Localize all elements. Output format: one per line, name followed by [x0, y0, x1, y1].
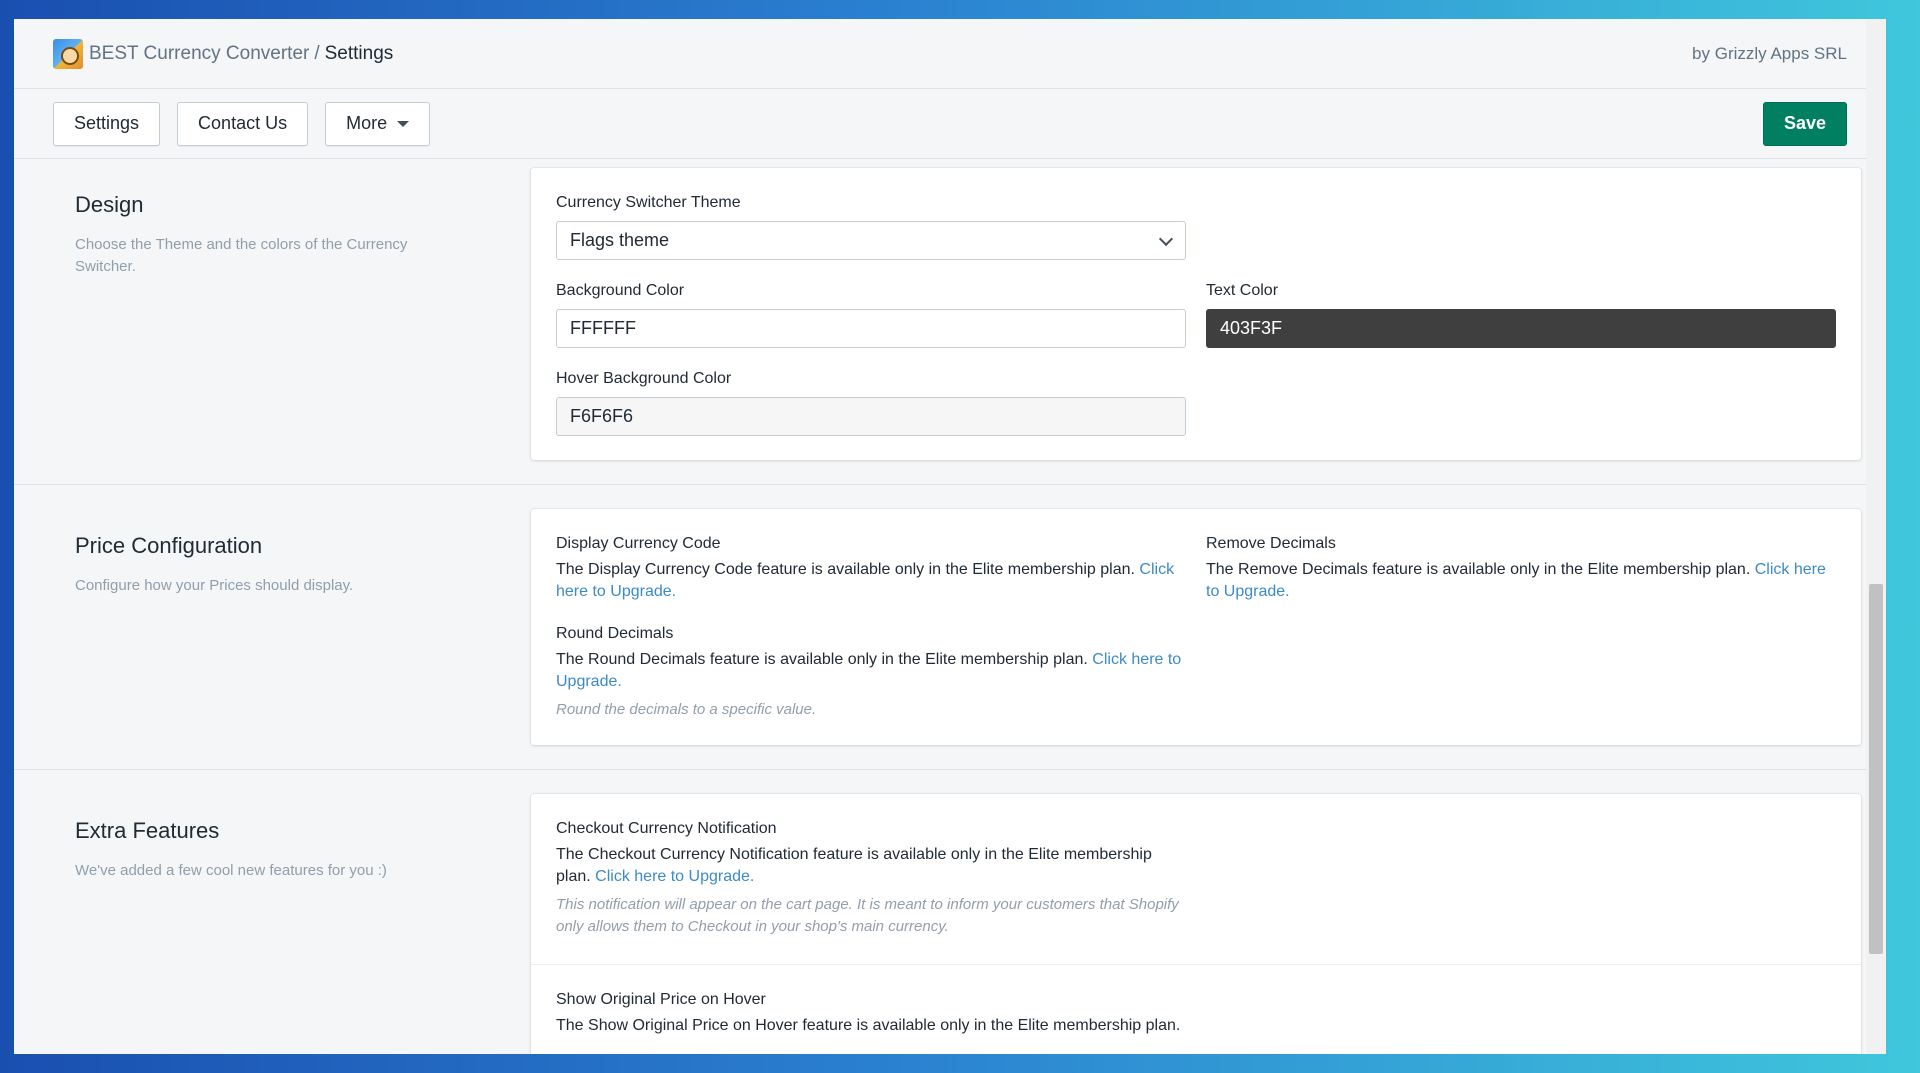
display-currency-code-text: The Display Currency Code feature is ava… — [556, 561, 1175, 600]
checkout-notification-label: Checkout Currency Notification — [556, 820, 777, 837]
checkout-notification-text: The Checkout Currency Notification featu… — [556, 846, 1152, 885]
developer-byline: by Grizzly Apps SRL — [1692, 43, 1847, 63]
extra-features-section: Extra Features We've added a few cool ne… — [14, 770, 1886, 1054]
background-color-input[interactable]: FFFFFF — [556, 309, 1186, 348]
theme-label: Currency Switcher Theme — [556, 194, 741, 211]
scrollbar-thumb[interactable] — [1869, 584, 1883, 954]
hover-background-color-input[interactable]: F6F6F6 — [556, 397, 1186, 436]
breadcrumb: BEST Currency Converter / Settings — [89, 43, 393, 65]
display-currency-code-label: Display Currency Code — [556, 535, 721, 552]
show-original-price-label: Show Original Price on Hover — [556, 991, 766, 1008]
extra-features-title: Extra Features — [75, 818, 220, 843]
design-title: Design — [75, 192, 144, 217]
theme-select[interactable]: Flags theme — [556, 221, 1186, 260]
price-config-info: Price Configuration Configure how your P… — [14, 509, 531, 745]
extra-features-info: Extra Features We've added a few cool ne… — [14, 794, 531, 1054]
hover-background-color-label: Hover Background Color — [556, 370, 732, 387]
design-info: Design Choose the Theme and the colors o… — [14, 168, 531, 460]
breadcrumb-separator: / — [314, 42, 320, 64]
show-original-price-text: The Show Original Price on Hover feature… — [556, 1017, 1181, 1034]
settings-button[interactable]: Settings — [53, 101, 161, 146]
card-divider — [531, 964, 1861, 965]
design-section: Design Choose the Theme and the colors o… — [14, 159, 1886, 485]
price-config-section: Price Configuration Configure how your P… — [14, 485, 1886, 770]
price-config-title: Price Configuration — [75, 533, 263, 558]
price-config-description: Configure how your Prices should display… — [75, 577, 354, 594]
price-config-card: Display Currency Code The Display Curren… — [531, 509, 1861, 745]
toolbar: Settings Contact Us More Save — [14, 89, 1886, 159]
remove-decimals-text: The Remove Decimals feature is available… — [1206, 561, 1826, 600]
background-color-label: Background Color — [556, 282, 685, 299]
theme-select-value: Flags theme — [570, 230, 670, 250]
checkout-notification-hint: This notification will appear on the car… — [556, 896, 1179, 935]
design-card: Currency Switcher Theme Flags theme Back… — [531, 168, 1861, 460]
caret-down-icon — [397, 120, 410, 127]
checkout-notification-upgrade-link[interactable]: Click here to Upgrade. — [595, 868, 754, 885]
round-decimals-label: Round Decimals — [556, 625, 674, 642]
app-window: BEST Currency Converter / Settings by Griz… — [14, 19, 1886, 1054]
chevron-down-icon — [1158, 231, 1174, 247]
remove-decimals-label: Remove Decimals — [1206, 535, 1336, 552]
app-logo-icon — [53, 38, 83, 69]
save-button[interactable]: Save — [1762, 101, 1847, 146]
text-color-input[interactable]: 403F3F — [1206, 309, 1836, 348]
more-button-label: More — [346, 113, 388, 133]
app-header: BEST Currency Converter / Settings by Griz… — [14, 19, 1886, 89]
text-color-label: Text Color — [1206, 282, 1279, 299]
design-description: Choose the Theme and the colors of the C… — [75, 236, 408, 275]
round-decimals-text: The Round Decimals feature is available … — [556, 651, 1182, 690]
contact-us-button[interactable]: Contact Us — [177, 101, 309, 146]
breadcrumb-current-page: Settings — [324, 42, 394, 64]
breadcrumb-app-name[interactable]: BEST Currency Converter — [89, 43, 309, 64]
extra-features-card: Checkout Currency Notification The Check… — [531, 794, 1861, 1054]
round-decimals-hint: Round the decimals to a specific value. — [556, 701, 817, 718]
extra-features-description: We've added a few cool new features for … — [75, 862, 387, 879]
vertical-scrollbar[interactable] — [1866, 19, 1886, 1054]
more-dropdown-button[interactable]: More — [325, 101, 431, 146]
